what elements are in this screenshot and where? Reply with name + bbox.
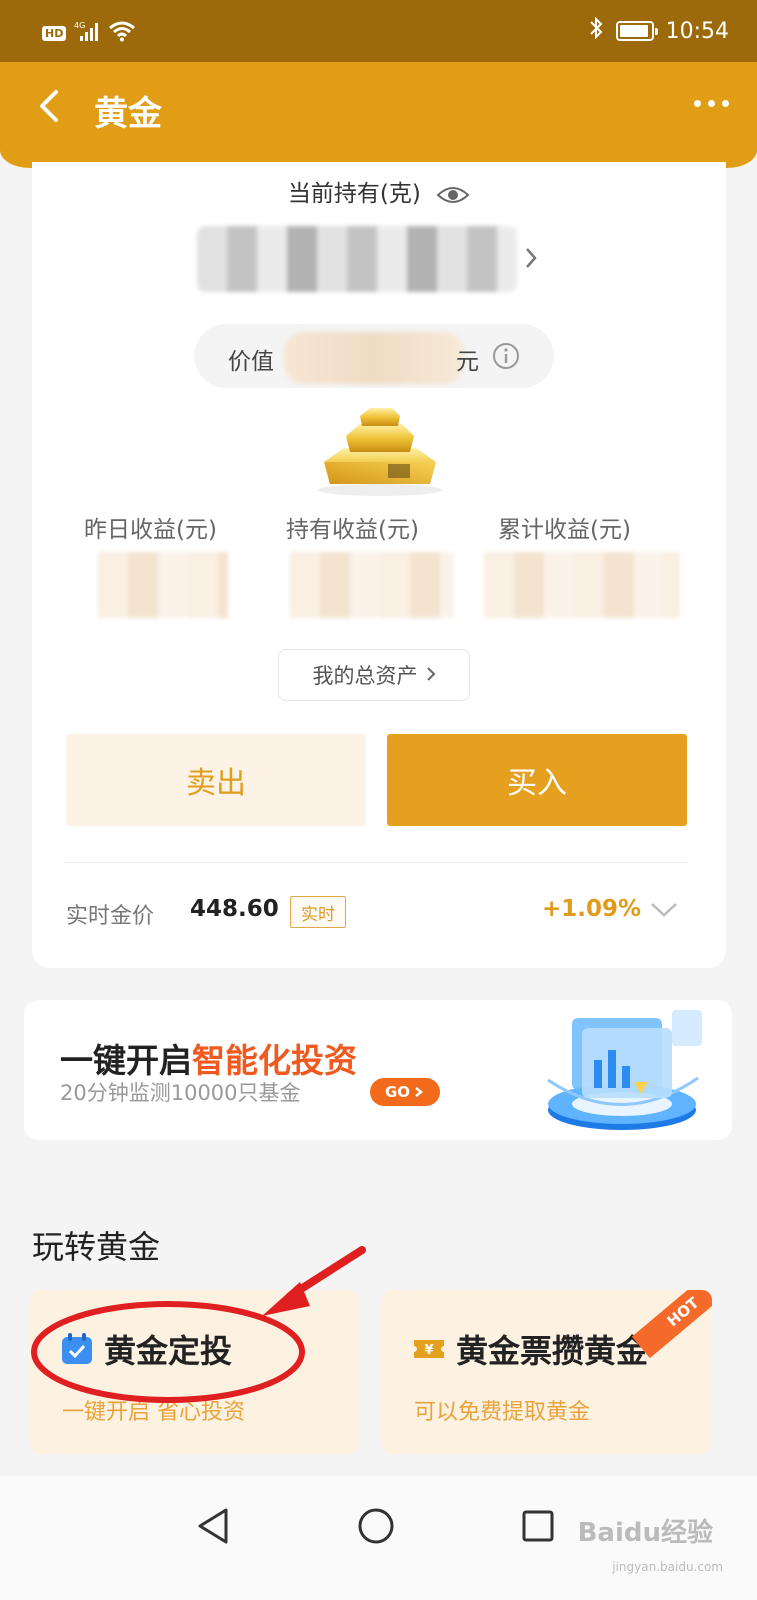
chevron-left-icon[interactable] (32, 82, 68, 130)
chevron-right-icon (426, 663, 436, 687)
hot-badge: HOT (631, 1290, 712, 1359)
nav-recents-icon[interactable] (520, 1506, 556, 1550)
divider (66, 862, 686, 863)
go-label: GO (384, 1083, 411, 1101)
tile-subtitle: 可以免费提取黄金 (414, 1400, 591, 1425)
nav-home-icon[interactable] (356, 1506, 396, 1550)
gold-price-change: +1.09% (542, 896, 642, 922)
total-assets-button[interactable]: 我的总资产 (278, 649, 470, 701)
page-title: 黄金 (94, 94, 162, 134)
bluetooth-icon (588, 16, 604, 46)
banner-title: 一键开启智能化投资 (60, 1034, 357, 1082)
gold-price-value: 448.60 (190, 896, 279, 922)
calendar-check-icon (60, 1332, 94, 1370)
watermark-url: jingyan.baidu.com (612, 1560, 723, 1574)
banner-title-accent: 智能化投资 (192, 1041, 357, 1080)
stat-value-cumulative-masked (484, 552, 680, 618)
chevron-right-icon[interactable] (524, 246, 538, 274)
gold-auto-invest-tile[interactable]: 黄金定投 一键开启 省心投资 (30, 1290, 360, 1454)
realtime-badge: 实时 (290, 896, 346, 928)
value-pill: 价值 元 (194, 324, 554, 388)
value-amount-masked (284, 332, 464, 384)
analytics-illustration-icon (522, 1000, 722, 1140)
signal-icon: 4G (74, 20, 100, 46)
stat-value-holding-masked (290, 552, 454, 618)
holding-amount-masked (197, 226, 517, 292)
holding-label-row: 当前持有(克) (32, 174, 726, 213)
sell-button[interactable]: 卖出 (66, 734, 366, 826)
total-assets-label: 我的总资产 (312, 664, 418, 688)
tile-title: 黄金票攒黄金 (456, 1332, 649, 1370)
svg-text:¥: ¥ (424, 1343, 433, 1358)
gold-ticket-tile[interactable]: ¥ 黄金票攒黄金 可以免费提取黄金 HOT (382, 1290, 712, 1454)
section-title: 玩转黄金 (32, 1228, 161, 1266)
more-dots-icon[interactable] (694, 100, 729, 107)
status-bar: HD 4G 10:54 (0, 0, 757, 62)
watermark-logo: Baidu经验 (577, 1518, 713, 1548)
stat-label-yesterday: 昨日收益(元) (84, 517, 217, 543)
chevron-down-icon[interactable] (650, 902, 678, 922)
holding-label: 当前持有(克) (287, 181, 421, 207)
status-left: HD 4G (42, 20, 136, 46)
value-label: 价值 (228, 349, 274, 375)
hd-badge: HD (42, 25, 67, 41)
go-button[interactable]: GO (370, 1078, 440, 1106)
battery-icon (615, 21, 658, 41)
banner-subtitle: 20分钟监测10000只基金 (60, 1081, 301, 1105)
info-icon[interactable] (492, 342, 520, 374)
gold-price-label: 实时金价 (66, 904, 155, 929)
smart-invest-banner[interactable]: 一键开启智能化投资 20分钟监测10000只基金 GO (24, 1000, 732, 1140)
buy-button[interactable]: 买入 (387, 734, 687, 826)
clock: 10:54 (665, 18, 729, 44)
eye-icon[interactable] (436, 183, 470, 213)
stat-label-cumulative: 累计收益(元) (498, 517, 631, 543)
app-header: 黄金 (0, 62, 757, 168)
stat-label-holding: 持有收益(元) (286, 517, 419, 543)
tile-title: 黄金定投 (104, 1332, 233, 1370)
ticket-icon: ¥ (412, 1332, 446, 1370)
status-right: 10:54 (588, 16, 729, 46)
banner-title-prefix: 一键开启 (60, 1041, 192, 1080)
stat-value-yesterday-masked (98, 552, 228, 618)
svg-text:4G: 4G (74, 21, 85, 30)
tile-subtitle: 一键开启 省心投资 (62, 1400, 245, 1425)
gold-bar-icon (310, 402, 450, 502)
holding-card: 当前持有(克) 价值 元 昨日收益(元) 持有收益(元) 累计收益(元) 我的总… (32, 162, 726, 968)
value-unit: 元 (456, 349, 479, 375)
wifi-icon (108, 20, 136, 46)
nav-back-icon[interactable] (196, 1506, 230, 1550)
